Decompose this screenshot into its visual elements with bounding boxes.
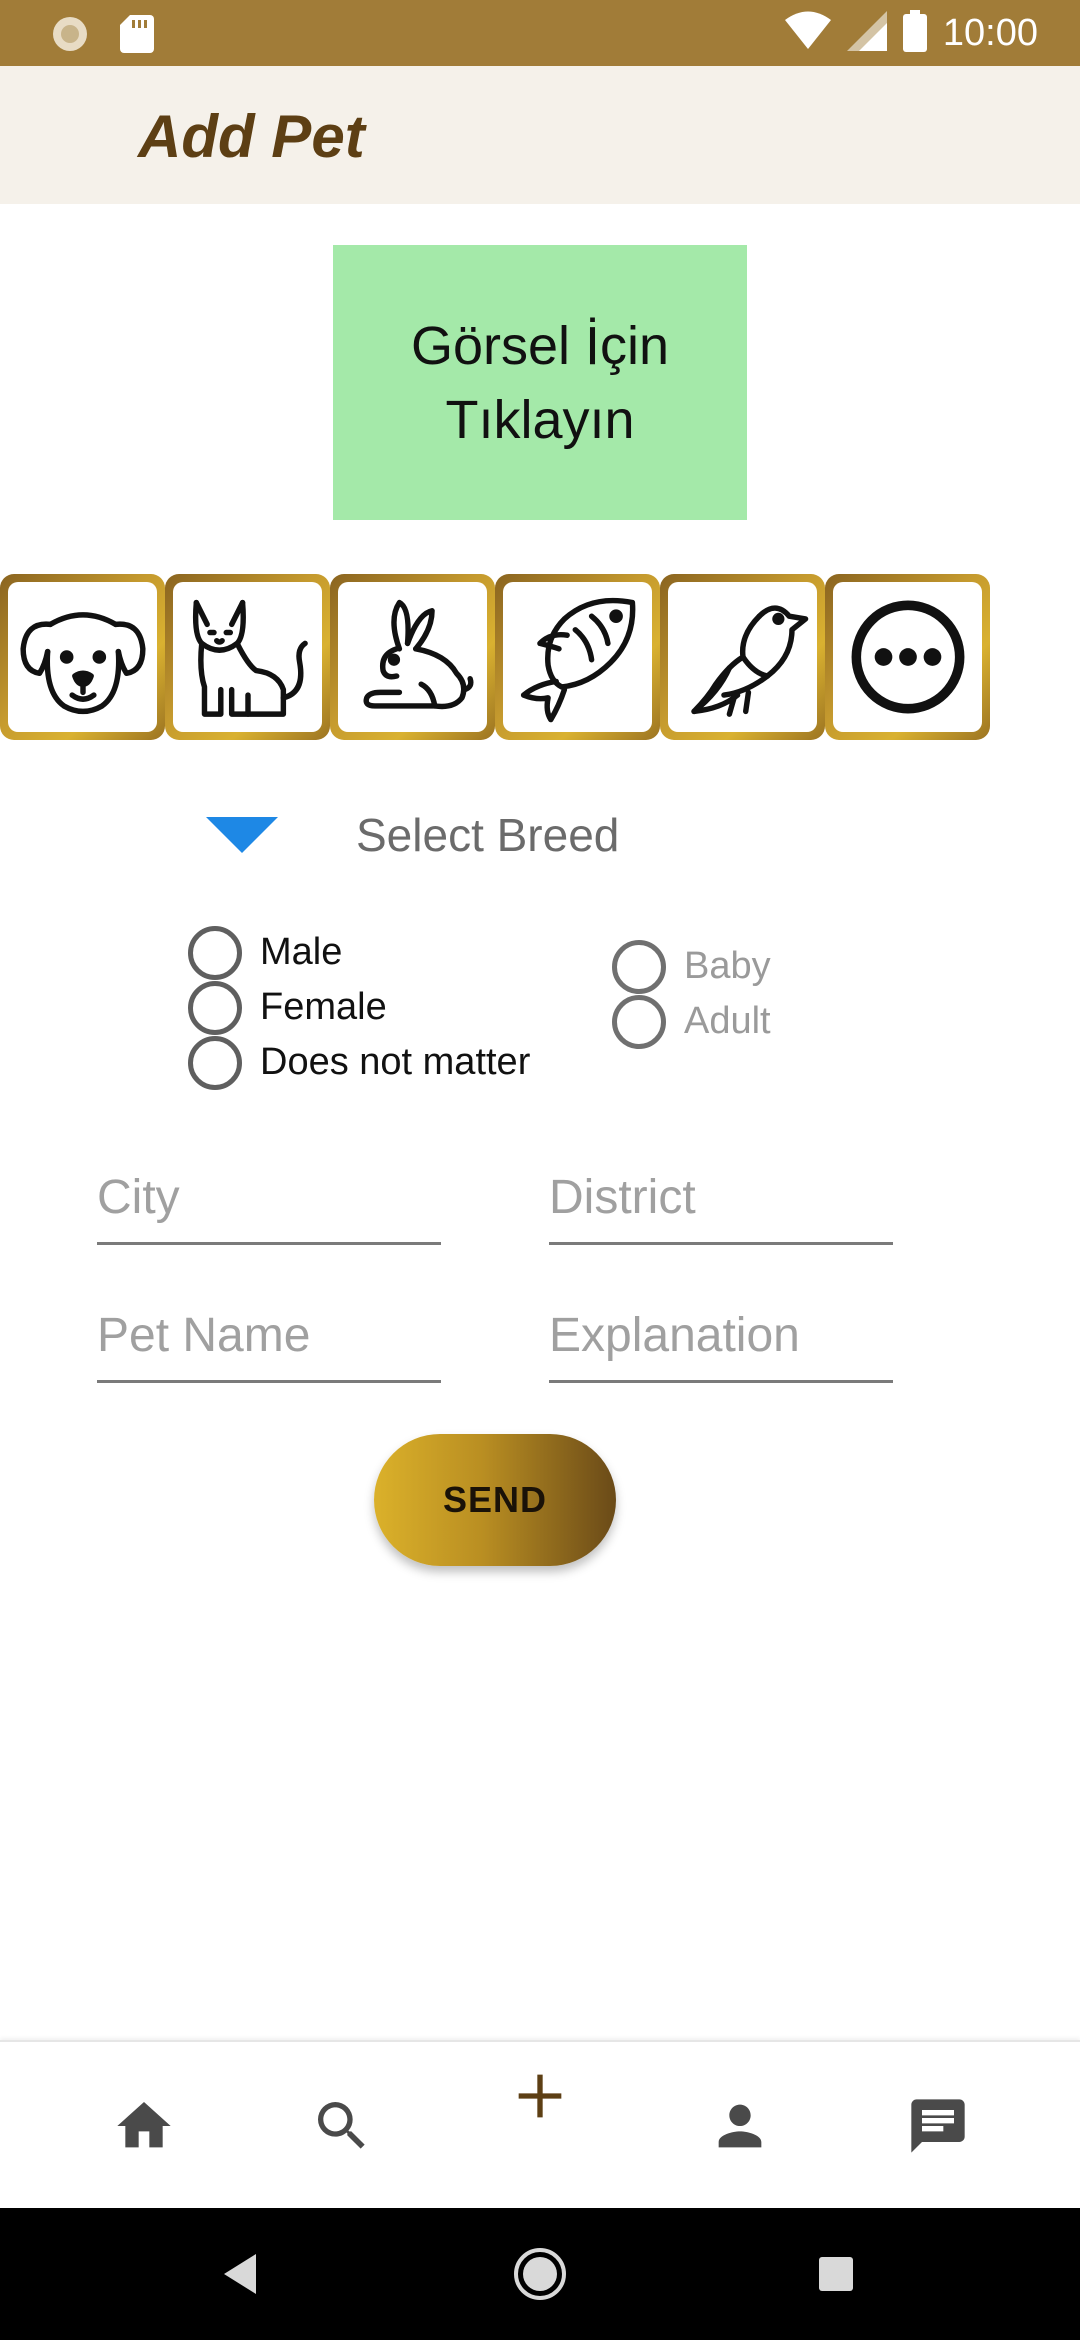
gender-radio-label: Male xyxy=(260,931,343,973)
chevron-down-icon xyxy=(206,817,278,853)
dog-icon xyxy=(19,612,146,715)
gender-radio-label: Female xyxy=(260,986,387,1028)
add-icon xyxy=(518,2074,562,2118)
breed-select[interactable]: Select Breed xyxy=(200,790,700,880)
radio-circle xyxy=(188,980,242,1035)
gender-radio-label: Does not matter xyxy=(260,1041,531,1083)
explanation-field xyxy=(549,1293,893,1383)
cellular-signal-icon xyxy=(846,10,887,56)
age-radio-baby[interactable]: Baby xyxy=(612,939,771,994)
bottom-navigation xyxy=(0,2040,1080,2208)
gender-radio-group: Male Female Does not matter xyxy=(188,925,530,1090)
bird-icon xyxy=(690,605,808,717)
category-fish-button[interactable] xyxy=(495,574,660,740)
status-left-icons xyxy=(50,14,154,59)
image-picker-label: Görsel İçin Tıklayın xyxy=(410,315,670,450)
more-icon xyxy=(851,600,964,714)
sd-card-icon xyxy=(120,15,154,58)
radio-circle xyxy=(188,925,242,980)
system-home-button[interactable] xyxy=(480,2208,600,2340)
breed-select-label: Select Breed xyxy=(356,809,620,861)
category-rabbit-button[interactable] xyxy=(330,574,495,740)
pet-category-list xyxy=(0,574,990,740)
system-back-button[interactable] xyxy=(180,2208,300,2340)
cat-icon xyxy=(192,599,308,717)
fish-icon xyxy=(520,597,635,723)
system-navigation-bar xyxy=(0,2208,1080,2340)
image-picker-button[interactable]: Görsel İçin Tıklayın xyxy=(333,245,747,520)
nav-messages-button[interactable] xyxy=(878,2042,998,2210)
recents-icon xyxy=(819,2257,853,2291)
sun-notification-icon xyxy=(50,14,90,59)
profile-icon xyxy=(718,2104,762,2148)
clock-time: 10:00 xyxy=(942,12,1038,54)
page-title: Add Pet xyxy=(138,103,365,170)
city-input[interactable] xyxy=(97,1155,441,1239)
messages-icon xyxy=(911,2099,965,2153)
rabbit-icon xyxy=(363,599,474,710)
category-dog-button[interactable] xyxy=(0,574,165,740)
age-radio-label: Baby xyxy=(684,945,771,987)
city-field xyxy=(97,1155,441,1245)
back-icon xyxy=(224,2254,256,2294)
age-radio-adult[interactable]: Adult xyxy=(612,994,771,1049)
wifi-icon xyxy=(784,11,831,56)
app-bar: Add Pet xyxy=(0,66,1080,204)
category-cat-button[interactable] xyxy=(165,574,330,740)
category-more-button[interactable] xyxy=(825,574,990,740)
age-radio-group: Baby Adult xyxy=(612,939,771,1049)
district-field xyxy=(549,1155,893,1245)
battery-icon xyxy=(902,9,927,57)
radio-circle xyxy=(612,939,666,994)
gender-radio-male[interactable]: Male xyxy=(188,925,530,980)
explanation-input[interactable] xyxy=(549,1293,893,1377)
radio-circle xyxy=(188,1035,242,1090)
radio-circle xyxy=(612,994,666,1049)
category-bird-button[interactable] xyxy=(660,574,825,740)
gender-radio-female[interactable]: Female xyxy=(188,980,530,1035)
nav-home-button[interactable] xyxy=(84,2042,204,2210)
search-icon xyxy=(318,2102,365,2149)
district-input[interactable] xyxy=(549,1155,893,1239)
gender-radio-any[interactable]: Does not matter xyxy=(188,1035,530,1090)
send-button[interactable]: SEND xyxy=(374,1434,616,1566)
nav-profile-button[interactable] xyxy=(680,2042,800,2210)
status-right-icons: 10:00 xyxy=(784,8,1038,58)
home-circle-icon xyxy=(514,2248,566,2300)
pet-name-field xyxy=(97,1293,441,1383)
pet-name-input[interactable] xyxy=(97,1293,441,1377)
age-radio-label: Adult xyxy=(684,1000,771,1042)
status-bar: 10:00 xyxy=(0,0,1080,66)
nav-search-button[interactable] xyxy=(282,2042,402,2210)
home-icon xyxy=(117,2102,171,2148)
add-pet-screen: 10:00 Add Pet Görsel İçin Tıklayın Selec… xyxy=(0,0,1080,2340)
system-recents-button[interactable] xyxy=(776,2208,896,2340)
nav-add-button[interactable] xyxy=(480,2042,600,2210)
